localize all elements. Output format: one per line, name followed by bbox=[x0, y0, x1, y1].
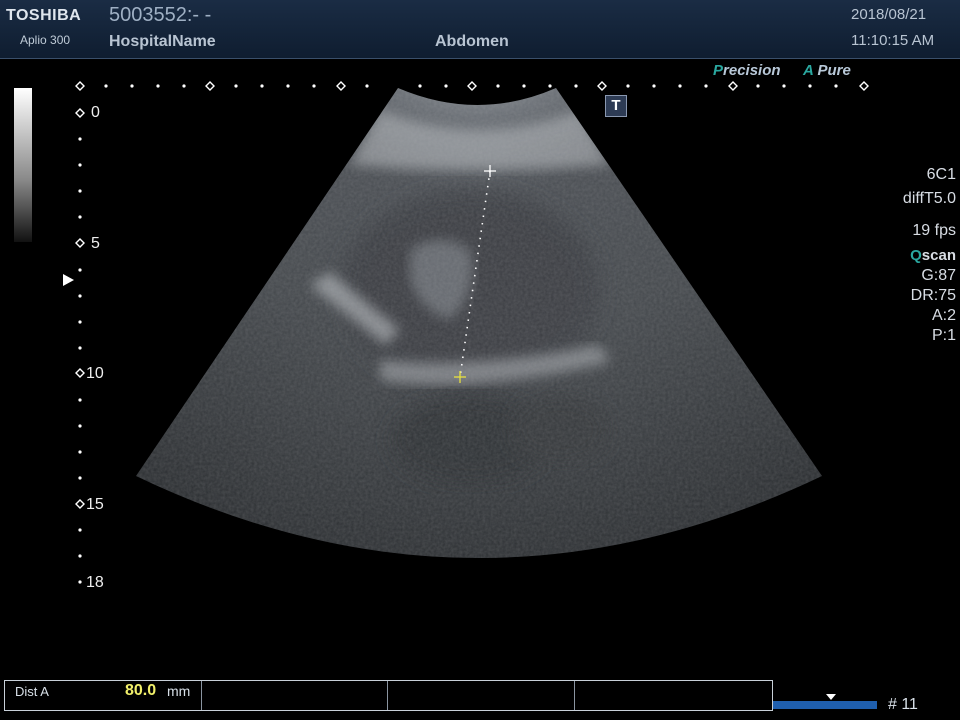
frame-number: # 11 bbox=[888, 696, 918, 713]
preset-name: diffT5.0 bbox=[902, 190, 956, 207]
dynamic-range-value: DR:75 bbox=[910, 287, 956, 304]
qscan-label[interactable]: Qscan bbox=[910, 247, 956, 264]
measurement-cell-empty bbox=[387, 681, 575, 710]
probe-name: 6C1 bbox=[926, 166, 956, 183]
p-value: P:1 bbox=[931, 327, 956, 344]
measurement-cell-empty bbox=[201, 681, 388, 710]
qscan-q: Q bbox=[910, 247, 922, 264]
cine-position-marker-icon[interactable] bbox=[826, 694, 836, 700]
measurement-panel: Dist A 80.0 mm bbox=[4, 680, 773, 711]
depth-label-15: 15 bbox=[86, 496, 104, 513]
measurement-value: 80.0 bbox=[125, 682, 157, 699]
gain-value: G:87 bbox=[921, 267, 956, 284]
ultrasound-image bbox=[75, 81, 869, 584]
depth-label-10: 10 bbox=[86, 365, 104, 382]
cine-scrollbar[interactable] bbox=[773, 701, 877, 709]
frame-rate: 19 fps bbox=[912, 222, 956, 239]
t-icon[interactable]: T bbox=[605, 95, 627, 117]
a-value: A:2 bbox=[931, 307, 956, 324]
depth-label-18: 18 bbox=[86, 574, 104, 591]
measurement-label: Dist A bbox=[15, 684, 49, 699]
measurement-unit: mm bbox=[167, 683, 191, 699]
depth-label-5: 5 bbox=[91, 235, 100, 252]
qscan-rest: scan bbox=[921, 247, 956, 264]
focus-marker-icon[interactable] bbox=[63, 274, 74, 286]
depth-label-0: 0 bbox=[91, 104, 100, 121]
